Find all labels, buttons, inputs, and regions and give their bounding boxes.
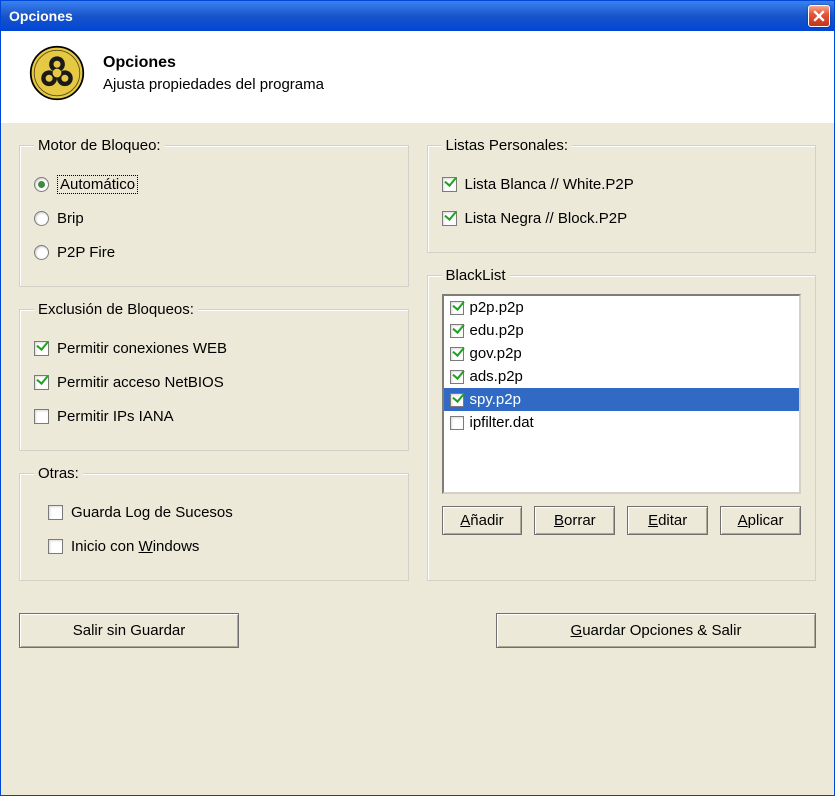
- add-button[interactable]: Añadir: [442, 506, 523, 535]
- titlebar: Opciones: [1, 1, 834, 31]
- checkbox-icon[interactable]: [442, 177, 457, 192]
- radio-label: Automático: [57, 175, 138, 194]
- bottom-row: Salir sin Guardar Guardar Opciones & Sal…: [1, 613, 834, 666]
- left-column: Motor de Bloqueo: Automático Brip P2P Fire…: [19, 137, 409, 595]
- checkbox-icon[interactable]: [34, 375, 49, 390]
- exclusion-item-2[interactable]: Permitir IPs IANA: [34, 402, 394, 430]
- header-panel: Opciones Ajusta propiedades del programa: [1, 31, 834, 123]
- list-item-label: ipfilter.dat: [470, 414, 534, 431]
- blacklist-item-4[interactable]: spy.p2p: [444, 388, 800, 411]
- list-item-label: gov.p2p: [470, 345, 522, 362]
- edit-button[interactable]: Editar: [627, 506, 708, 535]
- engine-group: Motor de Bloqueo: Automático Brip P2P Fire: [19, 137, 409, 287]
- personal-item-0[interactable]: Lista Blanca // White.P2P: [442, 170, 802, 198]
- personal-legend: Listas Personales:: [442, 137, 573, 154]
- radio-icon[interactable]: [34, 245, 49, 260]
- exit-without-save-button[interactable]: Salir sin Guardar: [19, 613, 239, 648]
- right-column: Listas Personales: Lista Blanca // White…: [427, 137, 817, 595]
- blacklist-item-2[interactable]: gov.p2p: [444, 342, 800, 365]
- close-icon: [813, 10, 825, 22]
- checkbox-icon[interactable]: [450, 416, 464, 430]
- list-item-label: ads.p2p: [470, 368, 523, 385]
- personal-group: Listas Personales: Lista Blanca // White…: [427, 137, 817, 253]
- engine-option-2[interactable]: P2P Fire: [34, 238, 394, 266]
- blacklist-item-0[interactable]: p2p.p2p: [444, 296, 800, 319]
- blacklist-item-5[interactable]: ipfilter.dat: [444, 411, 800, 434]
- checkbox-label: Lista Negra // Block.P2P: [465, 210, 628, 227]
- blacklist-item-3[interactable]: ads.p2p: [444, 365, 800, 388]
- checkbox-icon[interactable]: [450, 324, 464, 338]
- radio-icon[interactable]: [34, 177, 49, 192]
- other-legend: Otras:: [34, 465, 83, 482]
- radio-icon[interactable]: [34, 211, 49, 226]
- exclusion-item-1[interactable]: Permitir acceso NetBIOS: [34, 368, 394, 396]
- other-item-1[interactable]: Inicio con Windows: [48, 532, 394, 560]
- biohazard-icon: [29, 45, 85, 101]
- save-and-exit-button[interactable]: Guardar Opciones & Salir: [496, 613, 816, 648]
- engine-option-1[interactable]: Brip: [34, 204, 394, 232]
- blacklist-listbox[interactable]: p2p.p2p edu.p2p gov.p2p ads.p2p spy.p2p ipfil…: [442, 294, 802, 494]
- radio-label: Brip: [57, 210, 84, 227]
- checkbox-label: Permitir conexiones WEB: [57, 340, 227, 357]
- delete-button[interactable]: Borrar: [534, 506, 615, 535]
- checkbox-icon[interactable]: [450, 393, 464, 407]
- checkbox-label: Lista Blanca // White.P2P: [465, 176, 634, 193]
- window-title: Opciones: [9, 8, 73, 24]
- blacklist-group: BlackList p2p.p2p edu.p2p gov.p2p ads.p2p sp…: [427, 267, 817, 581]
- close-button[interactable]: [808, 5, 830, 27]
- personal-item-1[interactable]: Lista Negra // Block.P2P: [442, 204, 802, 232]
- list-item-label: spy.p2p: [470, 391, 521, 408]
- checkbox-icon[interactable]: [450, 370, 464, 384]
- engine-legend: Motor de Bloqueo:: [34, 137, 165, 154]
- blacklist-item-1[interactable]: edu.p2p: [444, 319, 800, 342]
- checkbox-icon[interactable]: [450, 347, 464, 361]
- engine-option-0[interactable]: Automático: [34, 170, 394, 198]
- exclusion-legend: Exclusión de Bloqueos:: [34, 301, 198, 318]
- checkbox-label: Inicio con Windows: [71, 538, 199, 555]
- body-panel: Motor de Bloqueo: Automático Brip P2P Fire…: [1, 123, 834, 613]
- options-window: Opciones Opciones Ajusta propiedades del…: [0, 0, 835, 796]
- exclusion-group: Exclusión de Bloqueos: Permitir conexion…: [19, 301, 409, 451]
- apply-button[interactable]: Aplicar: [720, 506, 801, 535]
- other-item-0[interactable]: Guarda Log de Sucesos: [48, 498, 394, 526]
- list-item-label: edu.p2p: [470, 322, 524, 339]
- blacklist-buttons: Añadir Borrar Editar Aplicar: [442, 506, 802, 535]
- other-group: Otras: Guarda Log de Sucesos Inicio con W…: [19, 465, 409, 581]
- checkbox-icon[interactable]: [450, 301, 464, 315]
- header-heading: Opciones: [103, 54, 324, 72]
- checkbox-icon[interactable]: [48, 505, 63, 520]
- exclusion-item-0[interactable]: Permitir conexiones WEB: [34, 334, 394, 362]
- checkbox-icon[interactable]: [34, 409, 49, 424]
- radio-label: P2P Fire: [57, 244, 115, 261]
- checkbox-label: Permitir IPs IANA: [57, 408, 174, 425]
- checkbox-icon[interactable]: [34, 341, 49, 356]
- header-subtitle: Ajusta propiedades del programa: [103, 76, 324, 93]
- checkbox-icon[interactable]: [442, 211, 457, 226]
- list-item-label: p2p.p2p: [470, 299, 524, 316]
- blacklist-legend: BlackList: [442, 267, 510, 284]
- checkbox-label: Permitir acceso NetBIOS: [57, 374, 224, 391]
- header-text: Opciones Ajusta propiedades del programa: [103, 54, 324, 93]
- checkbox-icon[interactable]: [48, 539, 63, 554]
- checkbox-label: Guarda Log de Sucesos: [71, 504, 233, 521]
